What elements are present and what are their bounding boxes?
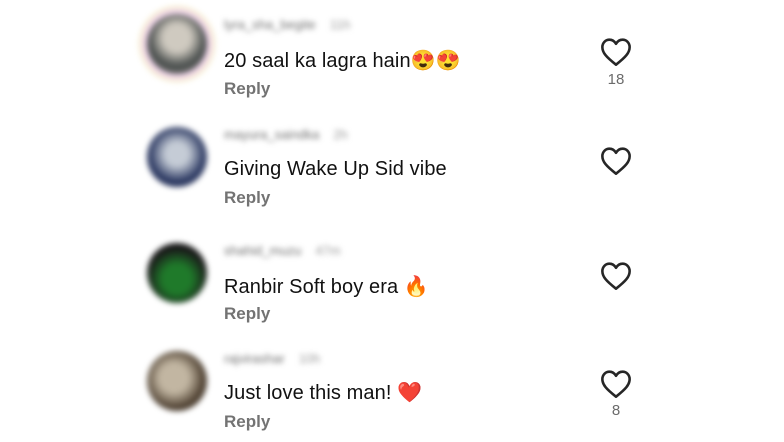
comment-username[interactable]: rajvirashar 10h bbox=[224, 351, 320, 366]
comment-item: lyra_sha_begite 11h 20 saal ka lagra hain… bbox=[0, 0, 784, 108]
comment-text: Just love this man! ❤️ bbox=[224, 382, 423, 404]
like-button[interactable] bbox=[598, 369, 634, 399]
reply-button[interactable]: Reply bbox=[224, 412, 270, 432]
reply-button[interactable]: Reply bbox=[224, 304, 270, 324]
comment-timestamp: 11h bbox=[329, 17, 351, 32]
reply-button[interactable]: Reply bbox=[224, 188, 270, 208]
like-button[interactable] bbox=[598, 146, 634, 176]
like-button[interactable] bbox=[598, 37, 634, 67]
comment-username[interactable]: mayura_saindka 2h bbox=[224, 127, 348, 142]
comment-timestamp: 2h bbox=[333, 127, 348, 142]
avatar[interactable] bbox=[147, 14, 207, 74]
like-count: 18 bbox=[607, 71, 625, 88]
avatar[interactable] bbox=[147, 351, 207, 411]
comment-timestamp: 10h bbox=[298, 351, 321, 366]
comment-username[interactable]: shahid_muzu 47m bbox=[224, 243, 341, 258]
like-count: 8 bbox=[611, 402, 621, 419]
comment-text: 20 saal ka lagra hain😍😍 bbox=[224, 50, 461, 72]
comment-item: mayura_saindka 2h Giving Wake Up Sid vibe… bbox=[0, 110, 784, 218]
comment-text: Ranbir Soft boy era 🔥 bbox=[224, 276, 429, 298]
comment-text: Giving Wake Up Sid vibe bbox=[224, 158, 447, 180]
heart-outline-icon bbox=[601, 38, 631, 66]
comment-username[interactable]: lyra_sha_begite 11h bbox=[224, 17, 351, 32]
heart-outline-icon bbox=[601, 370, 631, 398]
heart-outline-icon bbox=[601, 147, 631, 175]
comment-item: rajvirashar 10h Just love this man! ❤️ Re… bbox=[0, 334, 784, 442]
comment-timestamp: 47m bbox=[315, 243, 341, 258]
username-text[interactable]: shahid_muzu bbox=[224, 243, 301, 258]
heart-outline-icon bbox=[601, 262, 631, 290]
username-text[interactable]: lyra_sha_begite bbox=[224, 17, 316, 32]
comment-item: shahid_muzu 47m Ranbir Soft boy era 🔥 Rep… bbox=[0, 226, 784, 334]
username-text[interactable]: mayura_saindka bbox=[224, 127, 319, 142]
username-text[interactable]: rajvirashar bbox=[224, 351, 285, 366]
avatar[interactable] bbox=[147, 127, 207, 187]
avatar[interactable] bbox=[147, 243, 207, 303]
like-button[interactable] bbox=[598, 261, 634, 291]
reply-button[interactable]: Reply bbox=[224, 79, 270, 99]
